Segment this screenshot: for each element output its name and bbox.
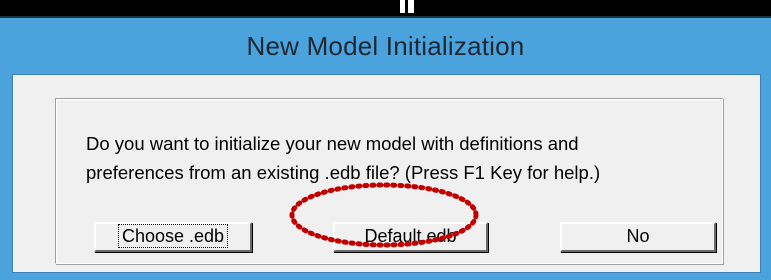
no-button-label: No xyxy=(626,226,650,246)
default-edb-button[interactable]: Default.edb xyxy=(333,222,488,252)
no-button[interactable]: No xyxy=(560,222,716,252)
background-window-notch-slot xyxy=(405,0,408,13)
default-edb-button-label: Default.edb xyxy=(364,226,457,246)
choose-edb-button[interactable]: Choose .edb xyxy=(94,222,252,252)
dialog-client-area: Do you want to initialize your new model… xyxy=(12,74,761,273)
options-group-box: Do you want to initialize your new model… xyxy=(55,98,723,264)
background-window-strip xyxy=(0,0,771,16)
dialog-message: Do you want to initialize your new model… xyxy=(86,133,601,183)
new-model-initialization-dialog: New Model Initialization Do you want to … xyxy=(0,0,771,280)
choose-edb-button-label: Choose .edb xyxy=(117,224,229,248)
dialog-title[interactable]: New Model Initialization xyxy=(0,18,771,74)
